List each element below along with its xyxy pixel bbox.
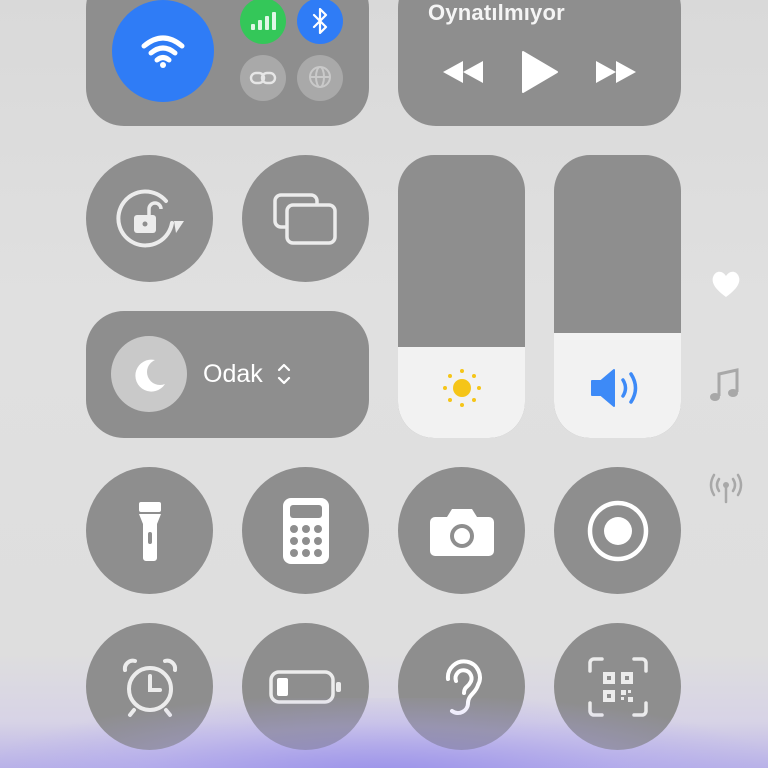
rotation-lock-icon — [115, 189, 184, 247]
screen-mirroring-icon — [272, 192, 337, 245]
code-scanner-button[interactable] — [554, 623, 681, 750]
focus-button[interactable]: Odak — [86, 311, 369, 438]
flashlight-button[interactable] — [86, 467, 213, 594]
camera-icon — [429, 508, 494, 556]
fast-forward-icon[interactable] — [594, 59, 638, 85]
flashlight-icon — [138, 501, 161, 561]
connectivity-panel — [86, 0, 369, 126]
connectivity-page-indicator[interactable] — [706, 468, 746, 508]
focus-icon-circle — [111, 336, 187, 412]
moon-icon — [135, 359, 165, 392]
chevron-up-down-icon — [277, 363, 291, 385]
brightness-slider[interactable] — [398, 155, 525, 438]
rewind-icon[interactable] — [441, 59, 485, 85]
screen-recording-button[interactable] — [554, 467, 681, 594]
camera-button[interactable] — [398, 467, 525, 594]
play-icon[interactable] — [519, 50, 559, 94]
heart-icon — [712, 271, 740, 297]
battery-icon — [268, 669, 341, 704]
favorites-page-indicator[interactable] — [706, 264, 746, 304]
hearing-button[interactable] — [398, 623, 525, 750]
personal-hotspot-button[interactable] — [240, 55, 286, 101]
orientation-lock-button[interactable] — [86, 155, 213, 282]
now-playing-panel[interactable]: Oynatılmıyor — [398, 0, 681, 126]
now-playing-title: Oynatılmıyor — [428, 0, 565, 25]
music-note-icon — [710, 368, 739, 401]
calculator-icon — [282, 497, 329, 564]
cellular-icon — [251, 12, 276, 30]
focus-label: Odak — [203, 360, 263, 388]
wifi-icon — [141, 35, 185, 68]
globe-icon — [309, 66, 331, 88]
alarm-clock-icon — [122, 658, 177, 717]
vpn-button[interactable] — [297, 55, 343, 101]
music-page-indicator[interactable] — [704, 366, 744, 406]
record-icon — [587, 500, 648, 561]
sun-icon — [442, 369, 481, 407]
volume-slider[interactable] — [554, 155, 681, 438]
bluetooth-icon — [312, 8, 328, 34]
bluetooth-button[interactable] — [297, 0, 343, 44]
calculator-button[interactable] — [242, 467, 369, 594]
antenna-icon — [709, 473, 743, 504]
speaker-icon — [590, 369, 637, 407]
low-power-mode-button[interactable] — [242, 623, 369, 750]
qr-code-icon — [587, 656, 648, 717]
alarm-button[interactable] — [86, 623, 213, 750]
cellular-button[interactable] — [240, 0, 286, 44]
ear-icon — [445, 658, 482, 715]
screen-mirroring-button[interactable] — [242, 155, 369, 282]
link-icon — [249, 71, 277, 85]
wifi-button[interactable] — [112, 0, 214, 102]
